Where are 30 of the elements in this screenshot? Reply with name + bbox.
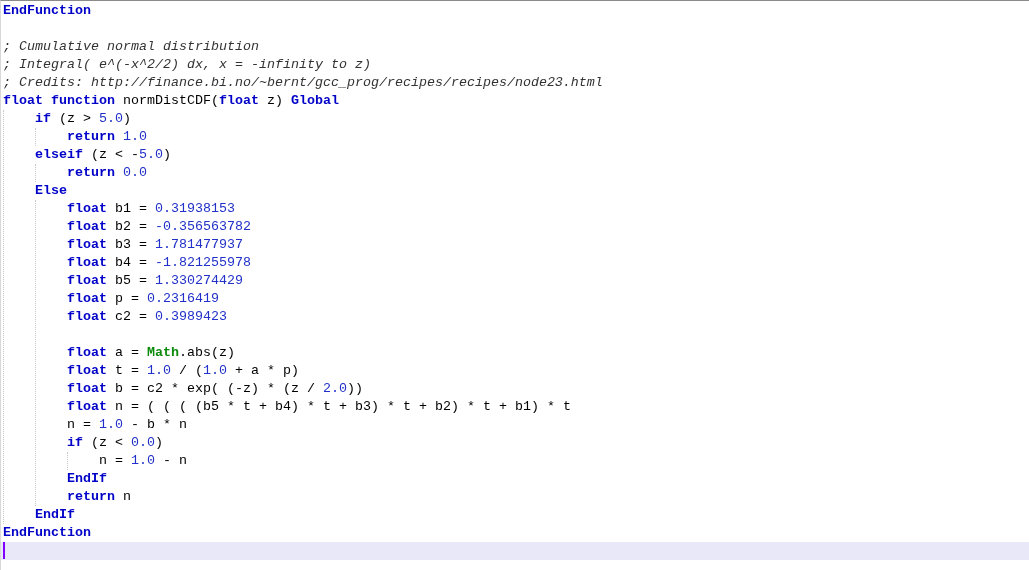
code-line: float b5 = 1.330274429 — [67, 272, 243, 290]
code-line: float b3 = 1.781477937 — [67, 236, 243, 254]
code-line: float a = Math.abs(z) — [67, 344, 235, 362]
code-line: EndIf — [35, 506, 75, 524]
code-line: float t = 1.0 / (1.0 + a * p) — [67, 362, 299, 380]
text-cursor — [3, 542, 5, 559]
code-line: elseif (z < -5.0) — [35, 146, 171, 164]
code-line: float function normDistCDF(float z) Global — [3, 92, 339, 110]
code-line: n = 1.0 - b * n — [67, 416, 187, 434]
code-editor[interactable] — [0, 0, 1029, 570]
code-line: ; Cumulative normal distribution — [3, 38, 259, 56]
code-line: if (z > 5.0) — [35, 110, 131, 128]
code-line: EndFunction — [3, 524, 91, 542]
code-line: n = 1.0 - n — [99, 452, 187, 470]
code-line: float b1 = 0.31938153 — [67, 200, 235, 218]
code-line: Else — [35, 182, 67, 200]
code-line: return 1.0 — [67, 128, 147, 146]
code-line: if (z < 0.0) — [67, 434, 163, 452]
code-line: float b2 = -0.356563782 — [67, 218, 251, 236]
code-line: EndIf — [67, 470, 107, 488]
code-line: return 0.0 — [67, 164, 147, 182]
code-line: ; Credits: http://finance.bi.no/~bernt/gcc_prog/recipes/recipes/node23.html — [3, 74, 603, 92]
code-line: EndFunction — [3, 2, 91, 20]
code-line: return n — [67, 488, 131, 506]
code-line: ; Integral( e^(-x^2/2) dx, x = -infinity to z) — [3, 56, 371, 74]
code-line: float c2 = 0.3989423 — [67, 308, 227, 326]
code-line: float n = ( ( ( (b5 * t + b4) * t + b3) * t + b2) * t + b1) * t — [67, 398, 571, 416]
code-line: float b = c2 * exp( (-z) * (z / 2.0)) — [67, 380, 363, 398]
code-line: float p = 0.2316419 — [67, 290, 219, 308]
code-line: float b4 = -1.821255978 — [67, 254, 251, 272]
